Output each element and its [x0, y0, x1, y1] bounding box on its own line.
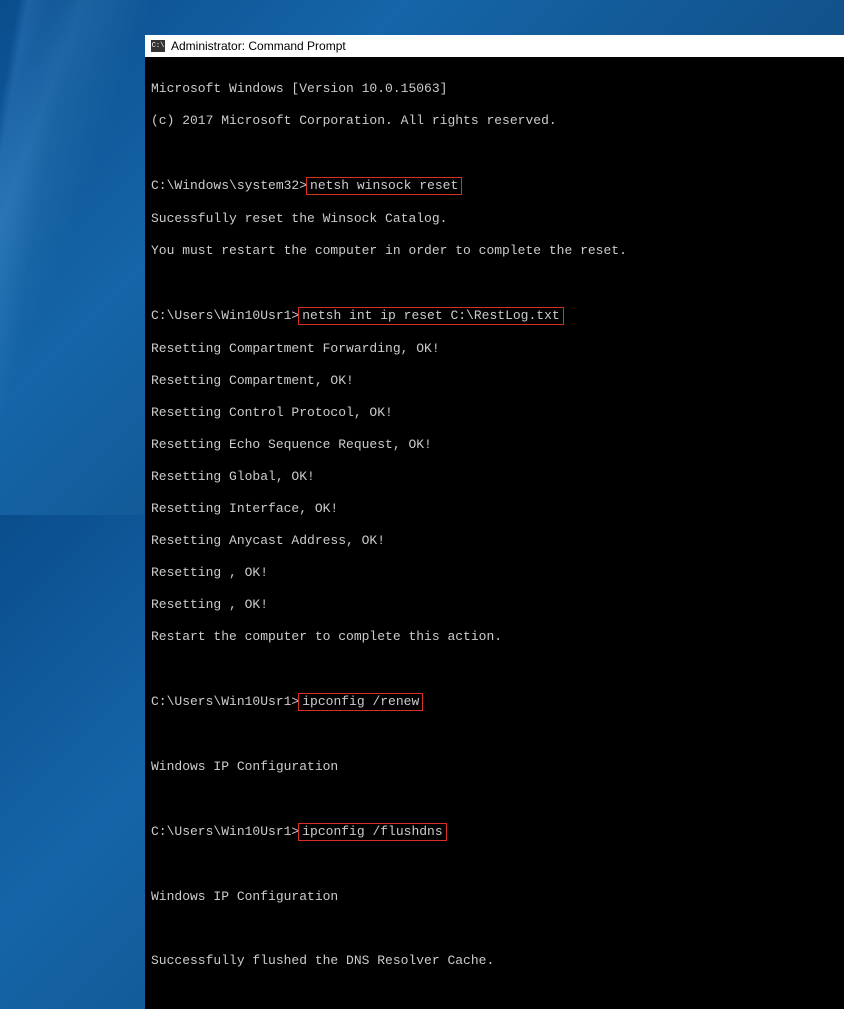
terminal-line: Resetting Echo Sequence Request, OK! [151, 437, 839, 453]
terminal-line: You must restart the computer in order t… [151, 243, 839, 259]
terminal-line [151, 727, 839, 743]
terminal-line [151, 857, 839, 873]
terminal-line: Resetting , OK! [151, 597, 839, 613]
terminal-line [151, 921, 839, 937]
terminal-line: Successfully flushed the DNS Resolver Ca… [151, 953, 839, 969]
terminal-line: C:\Users\Win10Usr1>ipconfig /renew [151, 693, 839, 711]
highlighted-command: ipconfig /flushdns [298, 823, 446, 841]
terminal-line: Resetting , OK! [151, 565, 839, 581]
highlighted-command: ipconfig /renew [298, 693, 423, 711]
window-title: Administrator: Command Prompt [171, 39, 346, 53]
terminal-line: Windows IP Configuration [151, 889, 839, 905]
prompt-path: C:\Windows\system32> [151, 178, 307, 193]
prompt-path: C:\Users\Win10Usr1> [151, 308, 299, 323]
titlebar[interactable]: C:\ Administrator: Command Prompt [145, 35, 844, 57]
prompt-path: C:\Users\Win10Usr1> [151, 824, 299, 839]
terminal-line: Restart the computer to complete this ac… [151, 629, 839, 645]
command-prompt-window: C:\ Administrator: Command Prompt Micros… [145, 35, 844, 1009]
terminal-line: Resetting Global, OK! [151, 469, 839, 485]
terminal-line [151, 661, 839, 677]
prompt-path: C:\Users\Win10Usr1> [151, 694, 299, 709]
terminal-line: (c) 2017 Microsoft Corporation. All righ… [151, 113, 839, 129]
terminal-line: C:\Users\Win10Usr1>ipconfig /flushdns [151, 823, 839, 841]
cmd-icon: C:\ [151, 40, 165, 52]
terminal-line: C:\Users\Win10Usr1>netsh int ip reset C:… [151, 307, 839, 325]
highlighted-command: netsh winsock reset [306, 177, 462, 195]
highlighted-command: netsh int ip reset C:\RestLog.txt [298, 307, 563, 325]
terminal-line: Sucessfully reset the Winsock Catalog. [151, 211, 839, 227]
terminal-line: C:\Windows\system32>netsh winsock reset [151, 177, 839, 195]
terminal-line: Resetting Anycast Address, OK! [151, 533, 839, 549]
terminal-line [151, 145, 839, 161]
terminal-line [151, 791, 839, 807]
terminal-line: Windows IP Configuration [151, 759, 839, 775]
terminal-line: Resetting Compartment, OK! [151, 373, 839, 389]
terminal-line: Resetting Control Protocol, OK! [151, 405, 839, 421]
terminal-line: Microsoft Windows [Version 10.0.15063] [151, 81, 839, 97]
terminal-output[interactable]: Microsoft Windows [Version 10.0.15063] (… [145, 57, 844, 1009]
terminal-line: Resetting Compartment Forwarding, OK! [151, 341, 839, 357]
terminal-line [151, 275, 839, 291]
